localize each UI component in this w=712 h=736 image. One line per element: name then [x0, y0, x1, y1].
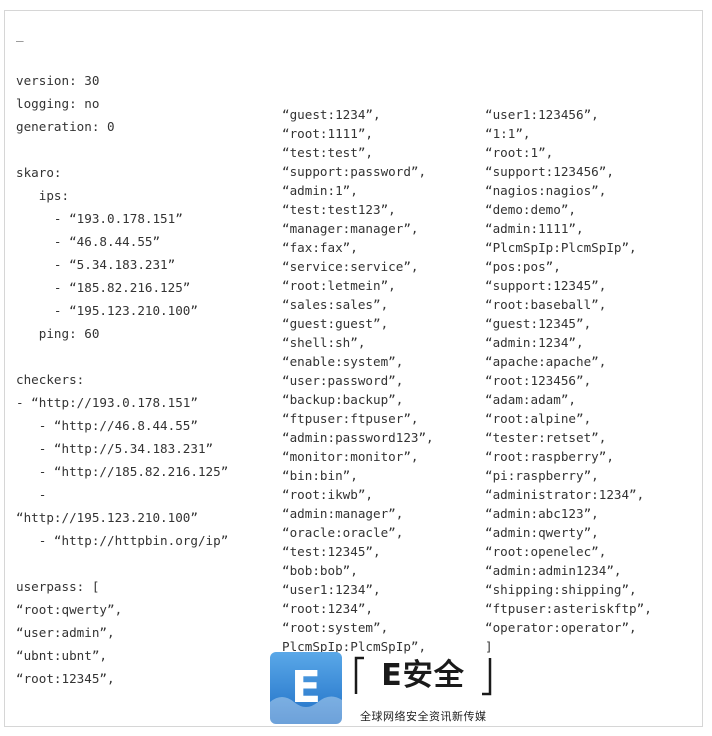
- config-line: “bin:bin”,: [282, 468, 358, 483]
- config-line: [16, 46, 228, 69]
- config-line: “user1:1234”,: [282, 582, 381, 597]
- config-column-2: “guest:1234”, “root:1111”, “test:test”, “su…: [282, 105, 434, 656]
- config-line: -: [16, 487, 47, 502]
- config-line: “admin:1234”,: [485, 335, 584, 350]
- config-line: “admin:1111”,: [485, 221, 584, 236]
- config-line: “backup:backup”,: [282, 392, 404, 407]
- tagline-text: 全球网络安全资讯新传媒: [360, 710, 487, 723]
- config-line: - “46.8.44.55”: [16, 234, 161, 249]
- config-line: “adam:adam”,: [485, 392, 576, 407]
- config-line: skaro:: [16, 165, 62, 180]
- config-line: ping: 60: [16, 326, 100, 341]
- config-line: “test:test”,: [282, 145, 373, 160]
- config-line: [16, 345, 228, 368]
- config-line: “admin:admin1234”,: [485, 563, 622, 578]
- e-logo-icon: E: [270, 652, 342, 724]
- document-frame: _ version: 30 logging: no generation: 0 sk…: [4, 10, 703, 727]
- config-line: “pos:pos”,: [485, 259, 561, 274]
- config-line: “administrator:1234”,: [485, 487, 645, 502]
- config-line: - “http://46.8.44.55”: [16, 418, 198, 433]
- config-line: - “185.82.216.125”: [16, 280, 191, 295]
- config-line: “http://195.123.210.100”: [16, 510, 198, 525]
- config-line: “user:admin”,: [16, 625, 115, 640]
- config-line: [16, 138, 228, 161]
- config-line: “oracle:oracle”,: [282, 525, 404, 540]
- config-line: “test:12345”,: [282, 544, 381, 559]
- config-line: “root:123456”,: [485, 373, 592, 388]
- config-line: “fax:fax”,: [282, 240, 358, 255]
- watermark-logo: E E安全 全球网络安全资讯新传媒: [270, 652, 510, 728]
- config-line: “sales:sales”,: [282, 297, 389, 312]
- config-line: “bob:bob”,: [282, 563, 358, 578]
- config-line: - “5.34.183.231”: [16, 257, 176, 272]
- config-line: “support:12345”,: [485, 278, 607, 293]
- config-line: “1:1”,: [485, 126, 531, 141]
- config-line: [16, 552, 228, 575]
- config-line: “root:alpine”,: [485, 411, 592, 426]
- config-line: “support:123456”,: [485, 164, 614, 179]
- config-line: “root:qwerty”,: [16, 602, 123, 617]
- config-line: “ftpuser:asteriskftp”,: [485, 601, 652, 616]
- config-line: “manager:manager”,: [282, 221, 419, 236]
- config-line: “shell:sh”,: [282, 335, 366, 350]
- config-line: - “http://5.34.183.231”: [16, 441, 214, 456]
- config-line: “admin:1”,: [282, 183, 358, 198]
- config-line: “nagios:nagios”,: [485, 183, 607, 198]
- config-line: “tester:retset”,: [485, 430, 607, 445]
- config-line: “support:password”,: [282, 164, 427, 179]
- config-line: “guest:12345”,: [485, 316, 592, 331]
- config-line: “demo:demo”,: [485, 202, 576, 217]
- config-line: - “193.0.178.151”: [16, 211, 183, 226]
- config-line: “guest:guest”,: [282, 316, 389, 331]
- config-line: “admin:password123”,: [282, 430, 434, 445]
- config-line: “user:password”,: [282, 373, 404, 388]
- config-line: “user1:123456”,: [485, 107, 599, 122]
- wordmark-box: E安全: [354, 656, 492, 696]
- config-line: userpass: [: [16, 579, 100, 594]
- config-line: “ubnt:ubnt”,: [16, 648, 107, 663]
- config-line: “root:1”,: [485, 145, 554, 160]
- config-line: ips:: [16, 188, 70, 203]
- config-line: - “http://httpbin.org/ip”: [16, 533, 229, 548]
- config-line: “root:1111”,: [282, 126, 373, 141]
- config-line: “test:test123”,: [282, 202, 396, 217]
- config-line: version: 30: [16, 73, 100, 88]
- config-line: “shipping:shipping”,: [485, 582, 637, 597]
- config-column-1: _ version: 30 logging: no generation: 0 sk…: [16, 23, 228, 690]
- config-line: “monitor:monitor”,: [282, 449, 419, 464]
- config-line: logging: no: [16, 96, 100, 111]
- config-line: generation: 0: [16, 119, 115, 134]
- config-line: “root:openelec”,: [485, 544, 607, 559]
- config-line: “root:1234”,: [282, 601, 373, 616]
- config-line: “root:12345”,: [16, 671, 115, 686]
- config-line: “admin:abc123”,: [485, 506, 599, 521]
- config-line: “apache:apache”,: [485, 354, 607, 369]
- config-line: - “195.123.210.100”: [16, 303, 198, 318]
- config-line: “operator:operator”,: [485, 620, 637, 635]
- config-line: “enable:system”,: [282, 354, 404, 369]
- config-line: ]: [485, 639, 493, 654]
- wordmark-text: E安全: [381, 658, 465, 693]
- tile-letter: E: [291, 662, 321, 713]
- config-line: “pi:raspberry”,: [485, 468, 599, 483]
- config-column-3: “user1:123456”, “1:1”, “root:1”, “support:1…: [485, 105, 652, 656]
- config-line: “root:raspberry”,: [485, 449, 614, 464]
- config-line: “root:system”,: [282, 620, 389, 635]
- config-line: “admin:manager”,: [282, 506, 404, 521]
- config-line: “root:letmein”,: [282, 278, 396, 293]
- config-line: “service:service”,: [282, 259, 419, 274]
- config-line: checkers:: [16, 372, 85, 387]
- config-line: - “http://185.82.216.125”: [16, 464, 229, 479]
- config-line: “admin:qwerty”,: [485, 525, 599, 540]
- config-line: _: [16, 27, 24, 42]
- config-line: “PlcmSpIp:PlcmSpIp”,: [485, 240, 637, 255]
- config-line: “root:baseball”,: [485, 297, 607, 312]
- config-line: “ftpuser:ftpuser”,: [282, 411, 419, 426]
- config-line: “guest:1234”,: [282, 107, 381, 122]
- config-line: - “http://193.0.178.151”: [16, 395, 198, 410]
- config-line: “root:ikwb”,: [282, 487, 373, 502]
